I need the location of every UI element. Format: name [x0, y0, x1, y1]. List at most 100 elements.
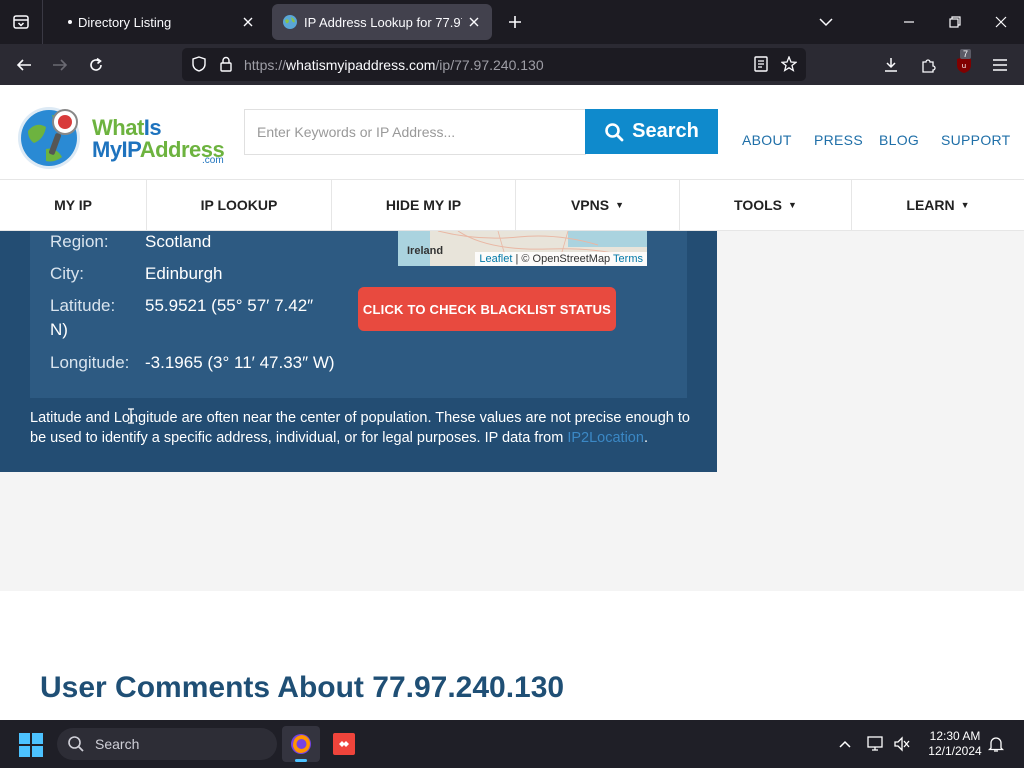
hamburger-menu-icon — [993, 59, 1007, 71]
reload-button[interactable] — [81, 50, 111, 80]
url-scheme: https:// — [244, 57, 287, 73]
globe-favicon-icon — [283, 15, 297, 29]
text-cursor-icon — [128, 408, 134, 424]
main-nav-my-ip[interactable]: MY IP — [0, 180, 147, 230]
map-terms-link[interactable]: Terms — [613, 253, 643, 265]
app-menu-button[interactable] — [985, 50, 1015, 80]
location-map[interactable]: Ireland Leaflet | © OpenStreetMap Terms — [398, 231, 647, 266]
tab-ip-address-lookup[interactable]: IP Address Lookup for 77.97.240.130 — [272, 4, 492, 40]
new-tab-button[interactable] — [502, 9, 528, 35]
browser-tab-bar: Directory Listing IP Address Lookup for … — [0, 0, 1024, 44]
user-comments-section: User Comments About 77.97.240.130 — [0, 591, 1024, 720]
bookmark-star-icon[interactable] — [780, 55, 798, 73]
download-icon — [885, 58, 897, 72]
main-nav-learn[interactable]: LEARN ▼ — [852, 180, 1024, 230]
main-nav-tools[interactable]: TOOLS ▼ — [680, 180, 852, 230]
map-place-label: Ireland — [407, 245, 444, 257]
dropdown-caret-icon: ▼ — [788, 200, 797, 210]
active-app-indicator — [295, 759, 307, 762]
plus-icon — [509, 16, 521, 28]
main-nav-ip-lookup[interactable]: IP LOOKUP — [147, 180, 332, 230]
search-icon — [605, 122, 624, 141]
tab-directory-listing[interactable]: Directory Listing — [52, 4, 266, 40]
search-placeholder: Enter Keywords or IP Address... — [257, 124, 456, 140]
nav-link-about[interactable]: ABOUT — [742, 132, 792, 148]
search-input[interactable]: Enter Keywords or IP Address... — [244, 109, 586, 155]
main-navigation: MY IP IP LOOKUP HIDE MY IP VPNS ▼ TOOLS ▼ … — [0, 179, 1024, 231]
taskbar-search-label: Search — [95, 736, 140, 752]
geolocation-card: Region: Scotland City: Edinburgh Latitud… — [30, 231, 687, 398]
back-button[interactable] — [9, 50, 39, 80]
check-blacklist-button[interactable]: CLICK TO CHECK BLACKLIST STATUS — [358, 287, 616, 331]
nav-link-support[interactable]: SUPPORT — [941, 132, 1011, 148]
downloads-button[interactable] — [876, 50, 906, 80]
latitude-value-wrap: N) — [50, 320, 68, 339]
arrow-right-icon — [53, 59, 68, 71]
tab-attention-dot-icon — [68, 20, 72, 24]
arrow-left-icon — [16, 59, 31, 71]
volume-button[interactable] — [892, 734, 912, 754]
main-nav-vpns[interactable]: VPNS ▼ — [516, 180, 680, 230]
close-icon — [469, 17, 479, 27]
close-icon — [243, 17, 253, 27]
svg-text:u: u — [962, 62, 966, 70]
dropdown-caret-icon: ▼ — [960, 200, 970, 210]
search-icon — [68, 736, 84, 752]
search-button-label: Search — [632, 120, 699, 142]
url-host: whatismyipaddress.com — [286, 57, 436, 73]
latitude-label: Latitude: — [50, 296, 116, 315]
start-button[interactable] — [18, 732, 44, 758]
clock-time: 12:30 AM — [929, 729, 981, 743]
address-bar[interactable]: https://whatismyipaddress.com/ip/77.97.2… — [182, 48, 806, 81]
globe-logo-icon — [18, 107, 80, 169]
lock-icon[interactable] — [217, 55, 235, 73]
latitude-value: 55.9521 (55° 57′ 7.42″ — [145, 296, 314, 315]
leaflet-link[interactable]: Leaflet — [479, 253, 512, 265]
site-logo[interactable]: WhatIs MyIPAddress .com — [16, 103, 226, 173]
reader-view-icon[interactable] — [752, 55, 770, 73]
url-path: /ip/77.97.240.130 — [435, 57, 544, 73]
tab-separator — [42, 0, 43, 44]
search-button[interactable]: Search — [585, 109, 718, 154]
tab-overflow-button[interactable] — [812, 8, 840, 36]
close-tab-button[interactable] — [462, 10, 486, 34]
windows-logo-icon — [19, 733, 43, 757]
minimize-button[interactable] — [895, 8, 923, 36]
main-nav-hide-my-ip[interactable]: HIDE MY IP — [332, 180, 516, 230]
taskbar-search-box[interactable]: Search — [57, 728, 277, 760]
map-attribution: Leaflet | © OpenStreetMap Terms — [475, 252, 647, 266]
close-icon — [995, 16, 1007, 28]
restore-icon — [949, 16, 961, 28]
city-value: Edinburgh — [145, 264, 223, 283]
taskbar-clock[interactable]: 12:30 AM 12/1/2024 — [920, 729, 990, 759]
ip2location-link[interactable]: IP2Location — [567, 430, 644, 446]
ip-details-section: Region: Scotland City: Edinburgh Latitud… — [0, 231, 717, 472]
tab-manager-icon — [13, 15, 29, 29]
map-copyright: | © OpenStreetMap — [512, 253, 614, 265]
comments-heading: User Comments About 77.97.240.130 — [40, 671, 565, 704]
extensions-button[interactable] — [913, 50, 943, 80]
nav-link-blog[interactable]: BLOG — [879, 132, 919, 148]
network-monitor-icon — [867, 736, 883, 751]
forward-button[interactable] — [45, 50, 75, 80]
longitude-label: Longitude: — [50, 353, 130, 372]
site-header: WhatIs MyIPAddress .com Enter Keywords o… — [0, 85, 1024, 179]
longitude-value: -3.1965 (3° 11′ 47.33″ W) — [145, 353, 335, 372]
restore-button[interactable] — [941, 8, 969, 36]
show-hidden-icons-button[interactable] — [835, 734, 855, 754]
list-all-tabs-button[interactable] — [8, 9, 34, 35]
notifications-button[interactable] — [986, 734, 1006, 754]
puzzle-piece-icon — [922, 59, 936, 73]
speaker-muted-icon — [894, 736, 910, 752]
taskbar-firefox[interactable] — [282, 726, 320, 762]
tracking-protection-shield-icon[interactable] — [190, 55, 208, 73]
close-window-button[interactable] — [987, 8, 1015, 36]
close-tab-button[interactable] — [236, 10, 260, 34]
dropdown-caret-icon: ▼ — [615, 200, 625, 210]
taskbar-anydesk[interactable] — [325, 726, 363, 762]
chevron-up-icon — [839, 740, 851, 748]
url-text[interactable]: https://whatismyipaddress.com/ip/77.97.2… — [244, 57, 544, 73]
region-label: Region: — [50, 232, 109, 251]
nav-link-press[interactable]: PRESS — [814, 132, 863, 148]
network-status-button[interactable] — [866, 734, 886, 754]
